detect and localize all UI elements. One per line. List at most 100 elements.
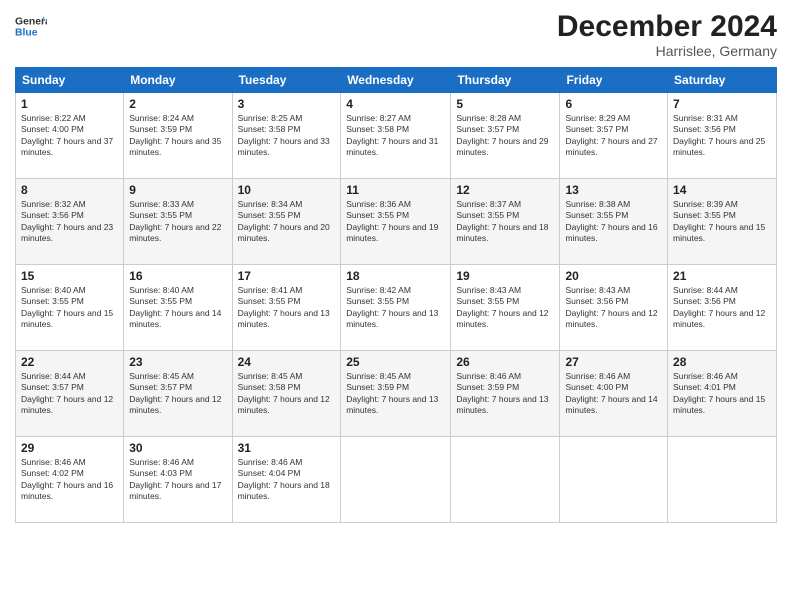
day-cell: 14 Sunrise: 8:39 AMSunset: 3:55 PMDaylig… <box>668 179 777 265</box>
day-cell: 31 Sunrise: 8:46 AMSunset: 4:04 PMDaylig… <box>232 437 341 523</box>
day-info: Sunrise: 8:40 AMSunset: 3:55 PMDaylight:… <box>129 285 221 329</box>
day-number: 23 <box>129 355 226 369</box>
day-number: 4 <box>346 97 445 111</box>
day-info: Sunrise: 8:46 AMSunset: 4:00 PMDaylight:… <box>565 371 657 415</box>
svg-text:Blue: Blue <box>15 28 38 39</box>
day-info: Sunrise: 8:44 AMSunset: 3:56 PMDaylight:… <box>673 285 765 329</box>
day-number: 12 <box>456 183 554 197</box>
title-area: December 2024 Harrislee, Germany <box>557 10 777 59</box>
day-number: 25 <box>346 355 445 369</box>
day-cell: 17 Sunrise: 8:41 AMSunset: 3:55 PMDaylig… <box>232 265 341 351</box>
day-info: Sunrise: 8:44 AMSunset: 3:57 PMDaylight:… <box>21 371 113 415</box>
day-cell: 29 Sunrise: 8:46 AMSunset: 4:02 PMDaylig… <box>16 437 124 523</box>
day-number: 9 <box>129 183 226 197</box>
day-cell: 7 Sunrise: 8:31 AMSunset: 3:56 PMDayligh… <box>668 93 777 179</box>
col-header-thursday: Thursday <box>451 68 560 93</box>
day-cell: 1 Sunrise: 8:22 AMSunset: 4:00 PMDayligh… <box>16 93 124 179</box>
day-info: Sunrise: 8:40 AMSunset: 3:55 PMDaylight:… <box>21 285 113 329</box>
day-info: Sunrise: 8:38 AMSunset: 3:55 PMDaylight:… <box>565 199 657 243</box>
col-header-saturday: Saturday <box>668 68 777 93</box>
week-row-3: 15 Sunrise: 8:40 AMSunset: 3:55 PMDaylig… <box>16 265 777 351</box>
day-cell: 8 Sunrise: 8:32 AMSunset: 3:56 PMDayligh… <box>16 179 124 265</box>
day-number: 20 <box>565 269 662 283</box>
day-number: 10 <box>238 183 336 197</box>
svg-text:General: General <box>15 16 47 27</box>
col-header-wednesday: Wednesday <box>341 68 451 93</box>
day-cell: 16 Sunrise: 8:40 AMSunset: 3:55 PMDaylig… <box>124 265 232 351</box>
day-info: Sunrise: 8:25 AMSunset: 3:58 PMDaylight:… <box>238 113 330 157</box>
day-info: Sunrise: 8:32 AMSunset: 3:56 PMDaylight:… <box>21 199 113 243</box>
day-cell: 19 Sunrise: 8:43 AMSunset: 3:55 PMDaylig… <box>451 265 560 351</box>
day-cell: 27 Sunrise: 8:46 AMSunset: 4:00 PMDaylig… <box>560 351 668 437</box>
day-cell: 11 Sunrise: 8:36 AMSunset: 3:55 PMDaylig… <box>341 179 451 265</box>
day-number: 13 <box>565 183 662 197</box>
day-cell: 9 Sunrise: 8:33 AMSunset: 3:55 PMDayligh… <box>124 179 232 265</box>
month-title: December 2024 <box>557 10 777 43</box>
day-cell: 4 Sunrise: 8:27 AMSunset: 3:58 PMDayligh… <box>341 93 451 179</box>
day-number: 24 <box>238 355 336 369</box>
day-cell: 22 Sunrise: 8:44 AMSunset: 3:57 PMDaylig… <box>16 351 124 437</box>
day-number: 5 <box>456 97 554 111</box>
day-number: 29 <box>21 441 118 455</box>
day-cell: 6 Sunrise: 8:29 AMSunset: 3:57 PMDayligh… <box>560 93 668 179</box>
week-row-4: 22 Sunrise: 8:44 AMSunset: 3:57 PMDaylig… <box>16 351 777 437</box>
col-header-friday: Friday <box>560 68 668 93</box>
day-number: 17 <box>238 269 336 283</box>
day-number: 22 <box>21 355 118 369</box>
day-info: Sunrise: 8:33 AMSunset: 3:55 PMDaylight:… <box>129 199 221 243</box>
day-info: Sunrise: 8:37 AMSunset: 3:55 PMDaylight:… <box>456 199 548 243</box>
day-cell: 15 Sunrise: 8:40 AMSunset: 3:55 PMDaylig… <box>16 265 124 351</box>
day-number: 27 <box>565 355 662 369</box>
day-number: 26 <box>456 355 554 369</box>
col-header-sunday: Sunday <box>16 68 124 93</box>
day-cell: 5 Sunrise: 8:28 AMSunset: 3:57 PMDayligh… <box>451 93 560 179</box>
day-number: 6 <box>565 97 662 111</box>
day-cell: 24 Sunrise: 8:45 AMSunset: 3:58 PMDaylig… <box>232 351 341 437</box>
day-info: Sunrise: 8:45 AMSunset: 3:59 PMDaylight:… <box>346 371 438 415</box>
day-info: Sunrise: 8:29 AMSunset: 3:57 PMDaylight:… <box>565 113 657 157</box>
page: General Blue December 2024 Harrislee, Ge… <box>0 0 792 612</box>
day-info: Sunrise: 8:24 AMSunset: 3:59 PMDaylight:… <box>129 113 221 157</box>
calendar-table: SundayMondayTuesdayWednesdayThursdayFrid… <box>15 67 777 523</box>
day-number: 11 <box>346 183 445 197</box>
day-info: Sunrise: 8:46 AMSunset: 4:03 PMDaylight:… <box>129 457 221 501</box>
day-cell: 3 Sunrise: 8:25 AMSunset: 3:58 PMDayligh… <box>232 93 341 179</box>
day-info: Sunrise: 8:46 AMSunset: 4:01 PMDaylight:… <box>673 371 765 415</box>
day-info: Sunrise: 8:46 AMSunset: 3:59 PMDaylight:… <box>456 371 548 415</box>
day-number: 7 <box>673 97 771 111</box>
day-number: 15 <box>21 269 118 283</box>
day-info: Sunrise: 8:31 AMSunset: 3:56 PMDaylight:… <box>673 113 765 157</box>
day-number: 3 <box>238 97 336 111</box>
day-info: Sunrise: 8:46 AMSunset: 4:02 PMDaylight:… <box>21 457 113 501</box>
day-info: Sunrise: 8:39 AMSunset: 3:55 PMDaylight:… <box>673 199 765 243</box>
day-cell: 26 Sunrise: 8:46 AMSunset: 3:59 PMDaylig… <box>451 351 560 437</box>
day-info: Sunrise: 8:46 AMSunset: 4:04 PMDaylight:… <box>238 457 330 501</box>
day-cell: 21 Sunrise: 8:44 AMSunset: 3:56 PMDaylig… <box>668 265 777 351</box>
day-info: Sunrise: 8:45 AMSunset: 3:57 PMDaylight:… <box>129 371 221 415</box>
day-number: 30 <box>129 441 226 455</box>
logo: General Blue <box>15 10 51 42</box>
day-info: Sunrise: 8:43 AMSunset: 3:55 PMDaylight:… <box>456 285 548 329</box>
day-cell: 13 Sunrise: 8:38 AMSunset: 3:55 PMDaylig… <box>560 179 668 265</box>
calendar-header-row: SundayMondayTuesdayWednesdayThursdayFrid… <box>16 68 777 93</box>
day-cell: 23 Sunrise: 8:45 AMSunset: 3:57 PMDaylig… <box>124 351 232 437</box>
day-cell: 12 Sunrise: 8:37 AMSunset: 3:55 PMDaylig… <box>451 179 560 265</box>
col-header-tuesday: Tuesday <box>232 68 341 93</box>
day-cell <box>668 437 777 523</box>
day-number: 19 <box>456 269 554 283</box>
day-cell <box>560 437 668 523</box>
location: Harrislee, Germany <box>557 43 777 59</box>
day-number: 2 <box>129 97 226 111</box>
day-cell: 25 Sunrise: 8:45 AMSunset: 3:59 PMDaylig… <box>341 351 451 437</box>
day-info: Sunrise: 8:28 AMSunset: 3:57 PMDaylight:… <box>456 113 548 157</box>
day-info: Sunrise: 8:42 AMSunset: 3:55 PMDaylight:… <box>346 285 438 329</box>
day-info: Sunrise: 8:41 AMSunset: 3:55 PMDaylight:… <box>238 285 330 329</box>
week-row-5: 29 Sunrise: 8:46 AMSunset: 4:02 PMDaylig… <box>16 437 777 523</box>
day-info: Sunrise: 8:22 AMSunset: 4:00 PMDaylight:… <box>21 113 113 157</box>
day-number: 14 <box>673 183 771 197</box>
day-cell: 2 Sunrise: 8:24 AMSunset: 3:59 PMDayligh… <box>124 93 232 179</box>
day-number: 28 <box>673 355 771 369</box>
day-cell: 18 Sunrise: 8:42 AMSunset: 3:55 PMDaylig… <box>341 265 451 351</box>
day-info: Sunrise: 8:43 AMSunset: 3:56 PMDaylight:… <box>565 285 657 329</box>
day-cell <box>341 437 451 523</box>
